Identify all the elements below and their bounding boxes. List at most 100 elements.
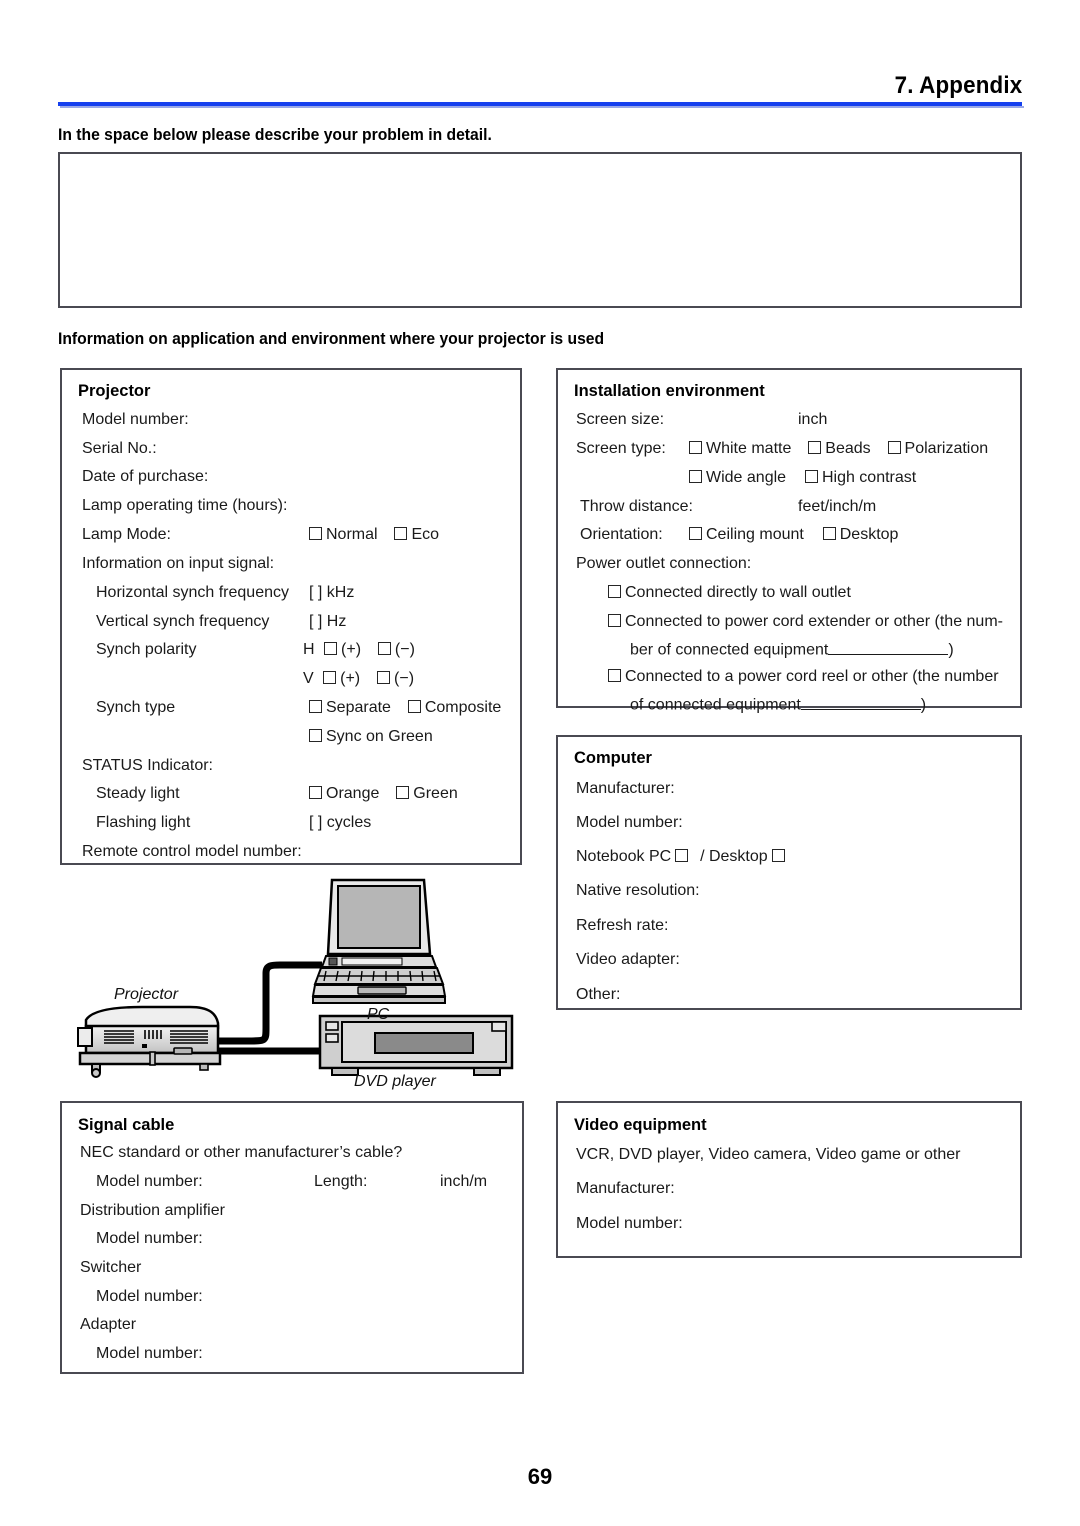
cable-paths [210, 961, 322, 1055]
screen-beads-label: Beads [825, 440, 871, 457]
laptop-icon [311, 878, 447, 1004]
signal-cable-model-number-label: Model number: [96, 1173, 203, 1190]
power-reel-equipment-blank[interactable] [800, 695, 921, 710]
info-section-heading: Information on application and environme… [58, 330, 605, 348]
projector-input-signal-label: Information on input signal: [82, 555, 275, 572]
throw-distance-label: Throw distance: [580, 498, 693, 515]
checkbox-desktop[interactable] [771, 849, 785, 862]
screen-type-label: Screen type: [576, 440, 666, 457]
problem-description-box[interactable] [58, 152, 1022, 308]
checkbox-notebook-pc[interactable] [675, 849, 689, 862]
checkbox-power-wall-outlet[interactable] [608, 585, 621, 598]
lamp-mode-normal-label: Normal [326, 526, 378, 543]
checkbox-polarity-v-minus[interactable] [377, 671, 391, 684]
v-sync-frequency-value[interactable]: [ ] Hz [309, 614, 346, 630]
projector-model-number-label: Model number: [82, 411, 189, 428]
adapter-model-number-label: Model number: [96, 1345, 203, 1362]
polarity-v-minus-label: (−) [394, 670, 415, 687]
power-option-reel-line1: Connected to a power cord reel or other … [608, 669, 999, 685]
orientation-label: Orientation: [580, 526, 663, 543]
checkbox-screen-high-contrast[interactable] [804, 470, 818, 483]
checkbox-synch-type-separate[interactable] [309, 700, 322, 713]
desktop-label: / Desktop [700, 848, 768, 865]
computer-manufacturer-label: Manufacturer: [576, 780, 675, 797]
screen-polarization-label: Polarization [904, 440, 989, 457]
checkbox-lamp-mode-eco[interactable] [394, 527, 408, 540]
checkbox-power-cord-reel[interactable] [608, 669, 621, 682]
computer-other-label: Other: [576, 986, 621, 1003]
polarity-v-plus-label: (+) [340, 670, 361, 687]
distribution-amplifier-label: Distribution amplifier [80, 1202, 225, 1219]
notebook-pc-label: Notebook PC [576, 848, 672, 865]
checkbox-sync-on-green[interactable] [309, 729, 322, 742]
video-equipment-box: Video equipment VCR, DVD player, Video c… [556, 1101, 1022, 1258]
power-option-extender-line1: Connected to power cord extender or othe… [608, 614, 1003, 630]
signal-cable-length-label: Length: [314, 1173, 368, 1190]
video-equipment-manufacturer-label: Manufacturer: [576, 1180, 675, 1197]
v-sync-frequency-label: Vertical synch frequency [96, 613, 270, 630]
flashing-light-label: Flashing light [96, 814, 191, 831]
power-reel-close-paren: ) [920, 696, 927, 714]
computer-box-title: Computer [574, 749, 652, 767]
checkbox-polarity-v-plus[interactable] [323, 671, 337, 684]
checkbox-screen-white-matte[interactable] [689, 441, 702, 454]
page-number: 69 [527, 1464, 553, 1489]
power-cord-reel-label: Connected to a power cord reel or other … [625, 668, 999, 685]
checkbox-orientation-desktop[interactable] [822, 527, 836, 540]
computer-box: Computer Manufacturer: Model number: Not… [556, 735, 1022, 1010]
screen-type-options-row1: White matte Beads Polarization [689, 441, 988, 457]
synch-polarity-h-options: H (+) (−) [303, 642, 415, 658]
power-option-wall-outlet: Connected directly to wall outlet [608, 585, 851, 601]
screen-size-unit: inch [798, 411, 828, 428]
screen-wide-angle-label: Wide angle [706, 469, 787, 486]
synch-type-label: Synch type [96, 699, 176, 716]
steady-light-options: Orange Green [309, 786, 458, 802]
projector-box: Projector Model number: Serial No.: Date… [60, 368, 522, 865]
polarity-v-prefix: V [303, 670, 314, 687]
distribution-amplifier-model-number-label: Model number: [96, 1230, 203, 1247]
checkbox-orientation-ceiling-mount[interactable] [689, 527, 702, 540]
orientation-ceiling-label: Ceiling mount [706, 526, 804, 543]
lamp-mode-options: Normal Eco [309, 527, 439, 543]
computer-native-resolution-label: Native resolution: [576, 882, 700, 899]
diagram-projector-label: Projector [114, 986, 179, 1003]
projector-lamp-operating-time-label: Lamp operating time (hours): [82, 497, 288, 514]
h-sync-frequency-value[interactable]: [ ] kHz [309, 585, 354, 601]
power-option-extender-line2: ber of connected equipment) [630, 640, 954, 659]
projector-serial-no-label: Serial No.: [82, 440, 157, 457]
power-extender-equipment-blank[interactable] [828, 640, 949, 655]
adapter-label: Adapter [80, 1316, 137, 1333]
checkbox-synch-type-composite[interactable] [407, 700, 421, 713]
orientation-options: Ceiling mount Desktop [689, 527, 898, 543]
checkbox-steady-green[interactable] [396, 786, 410, 799]
switcher-label: Switcher [80, 1259, 142, 1276]
problem-section-heading: In the space below please describe your … [58, 126, 492, 144]
power-option-reel-line2: of connected equipment) [630, 695, 926, 714]
projector-date-of-purchase-label: Date of purchase: [82, 468, 209, 485]
sync-on-green-label: Sync on Green [326, 728, 433, 745]
checkbox-power-cord-extender[interactable] [608, 614, 621, 627]
checkbox-polarity-h-minus[interactable] [377, 642, 391, 655]
computer-model-number-label: Model number: [576, 814, 683, 831]
video-equipment-devices-label: VCR, DVD player, Video camera, Video gam… [576, 1146, 961, 1163]
power-reel-equipment-text: of connected equipment [630, 696, 801, 714]
installation-box-title: Installation environment [574, 382, 765, 400]
video-equipment-model-number-label: Model number: [576, 1215, 683, 1232]
diagram-dvd-player-label: DVD player [354, 1073, 436, 1090]
computer-video-adapter-label: Video adapter: [576, 951, 680, 968]
dvd-player-icon [318, 1014, 514, 1076]
signal-cable-box-title: Signal cable [78, 1116, 175, 1134]
flashing-light-value[interactable]: [ ] cycles [309, 815, 371, 831]
checkbox-screen-beads[interactable] [808, 441, 822, 454]
checkbox-steady-orange[interactable] [309, 786, 322, 799]
header-rule-shadow [60, 106, 1024, 108]
video-equipment-box-title: Video equipment [574, 1116, 707, 1134]
power-outlet-connection-label: Power outlet connection: [576, 555, 752, 572]
signal-cable-length-unit: inch/m [440, 1173, 488, 1190]
checkbox-screen-polarization[interactable] [887, 441, 901, 454]
checkbox-screen-wide-angle[interactable] [689, 470, 702, 483]
steady-green-label: Green [413, 785, 458, 802]
checkbox-polarity-h-plus[interactable] [324, 642, 338, 655]
h-sync-frequency-label: Horizontal synch frequency [96, 584, 289, 601]
checkbox-lamp-mode-normal[interactable] [309, 527, 322, 540]
